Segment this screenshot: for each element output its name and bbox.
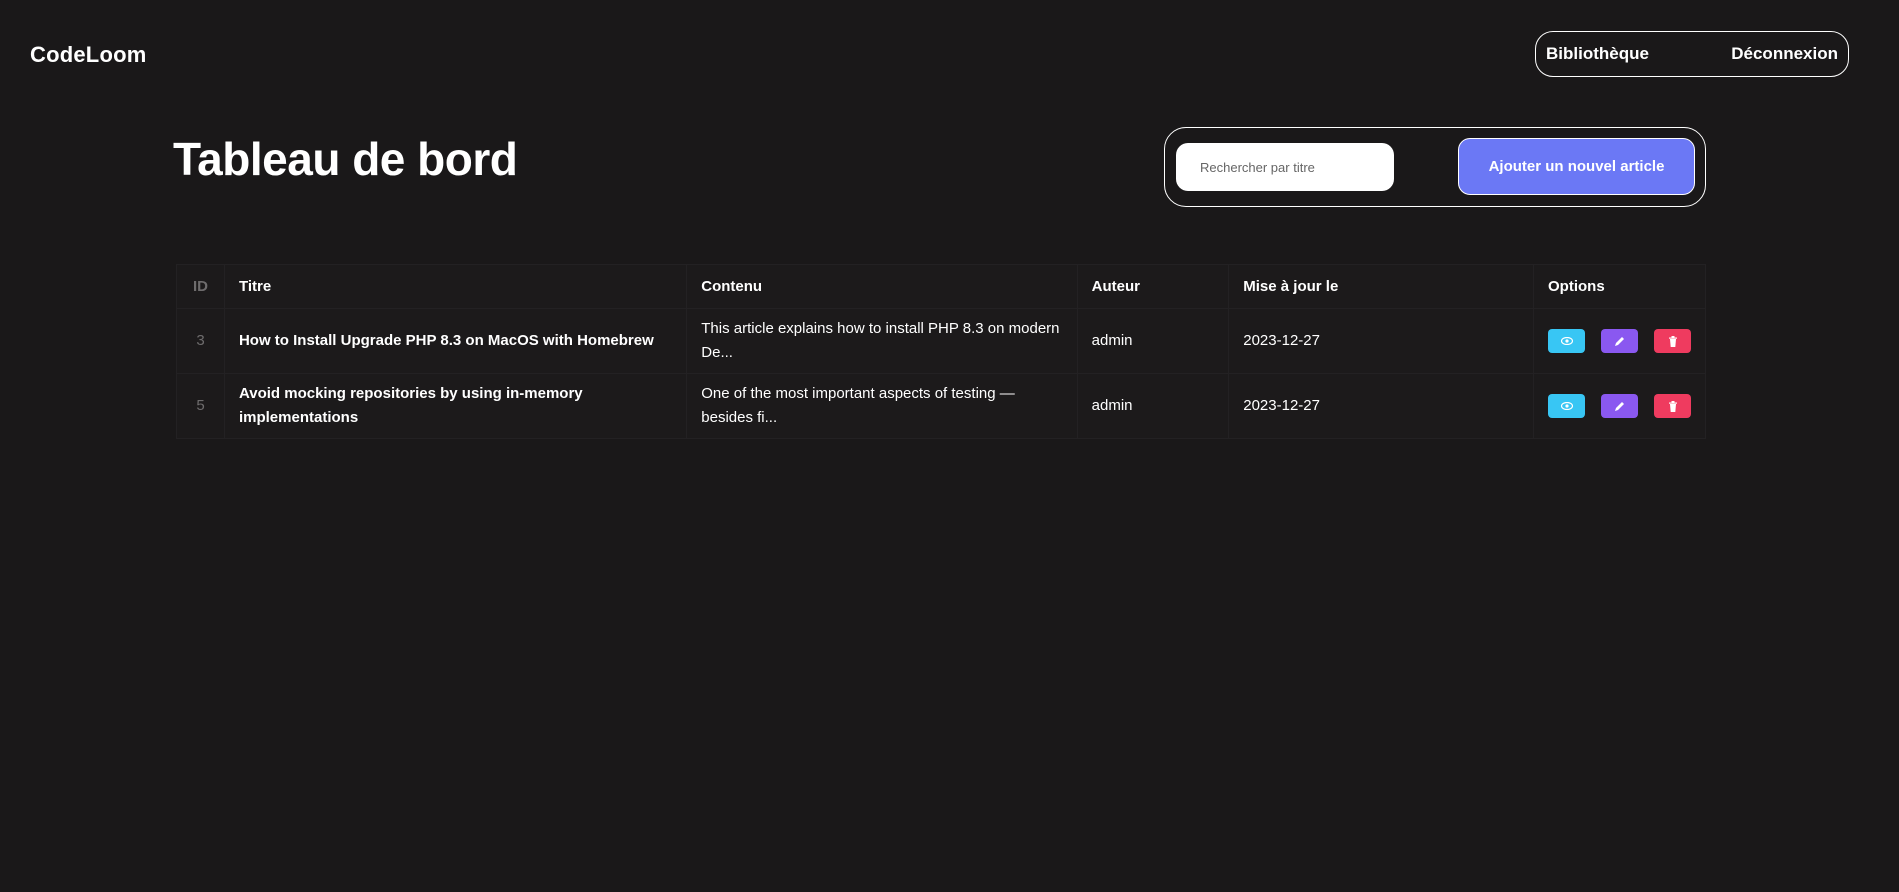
cell-author: admin	[1076, 373, 1230, 439]
edit-button[interactable]	[1601, 394, 1638, 418]
cell-title: Avoid mocking repositories by using in-m…	[223, 373, 688, 439]
add-article-button[interactable]: Ajouter un nouvel article	[1458, 138, 1695, 195]
header-author: Auteur	[1076, 264, 1230, 309]
view-button[interactable]	[1548, 394, 1585, 418]
pencil-icon	[1615, 336, 1624, 346]
nav-library-link[interactable]: Bibliothèque	[1546, 44, 1649, 64]
cell-id: 3	[176, 308, 225, 374]
nav-logout-link[interactable]: Déconnexion	[1731, 44, 1838, 64]
cell-options	[1533, 373, 1706, 439]
eye-icon	[1560, 402, 1573, 410]
toolbar: Ajouter un nouvel article	[1164, 127, 1706, 207]
table-row: 5 Avoid mocking repositories by using in…	[176, 373, 1706, 439]
trash-icon	[1668, 400, 1677, 412]
articles-table: ID Titre Contenu Auteur Mise à jour le O…	[176, 264, 1706, 439]
header-title: Titre	[223, 264, 688, 309]
header-options: Options	[1533, 264, 1706, 309]
header: CodeLoom Bibliothèque Déconnexion	[0, 0, 1899, 110]
top-nav: Bibliothèque Déconnexion	[1535, 31, 1849, 77]
cell-options	[1533, 308, 1706, 374]
row-actions	[1548, 329, 1691, 353]
header-updated: Mise à jour le	[1228, 264, 1534, 309]
cell-id: 5	[176, 373, 225, 439]
cell-content: One of the most important aspects of tes…	[686, 373, 1078, 439]
table-header-row: ID Titre Contenu Auteur Mise à jour le O…	[176, 264, 1706, 309]
eye-icon	[1560, 337, 1573, 345]
cell-title: How to Install Upgrade PHP 8.3 on MacOS …	[223, 308, 688, 374]
app-logo[interactable]: CodeLoom	[30, 42, 146, 68]
cell-updated: 2023-12-27	[1228, 308, 1534, 374]
header-id: ID	[176, 264, 225, 309]
cell-author: admin	[1076, 308, 1230, 374]
cell-updated: 2023-12-27	[1228, 373, 1534, 439]
row-actions	[1548, 394, 1691, 418]
edit-button[interactable]	[1601, 329, 1638, 353]
view-button[interactable]	[1548, 329, 1585, 353]
pencil-icon	[1615, 401, 1624, 411]
trash-icon	[1668, 335, 1677, 347]
delete-button[interactable]	[1654, 394, 1691, 418]
search-input[interactable]	[1176, 143, 1394, 191]
articles-table-container: ID Titre Contenu Auteur Mise à jour le O…	[176, 264, 1706, 439]
delete-button[interactable]	[1654, 329, 1691, 353]
header-content: Contenu	[686, 264, 1078, 309]
table-row: 3 How to Install Upgrade PHP 8.3 on MacO…	[176, 308, 1706, 374]
cell-content: This article explains how to install PHP…	[686, 308, 1078, 374]
page-title: Tableau de bord	[173, 133, 518, 185]
